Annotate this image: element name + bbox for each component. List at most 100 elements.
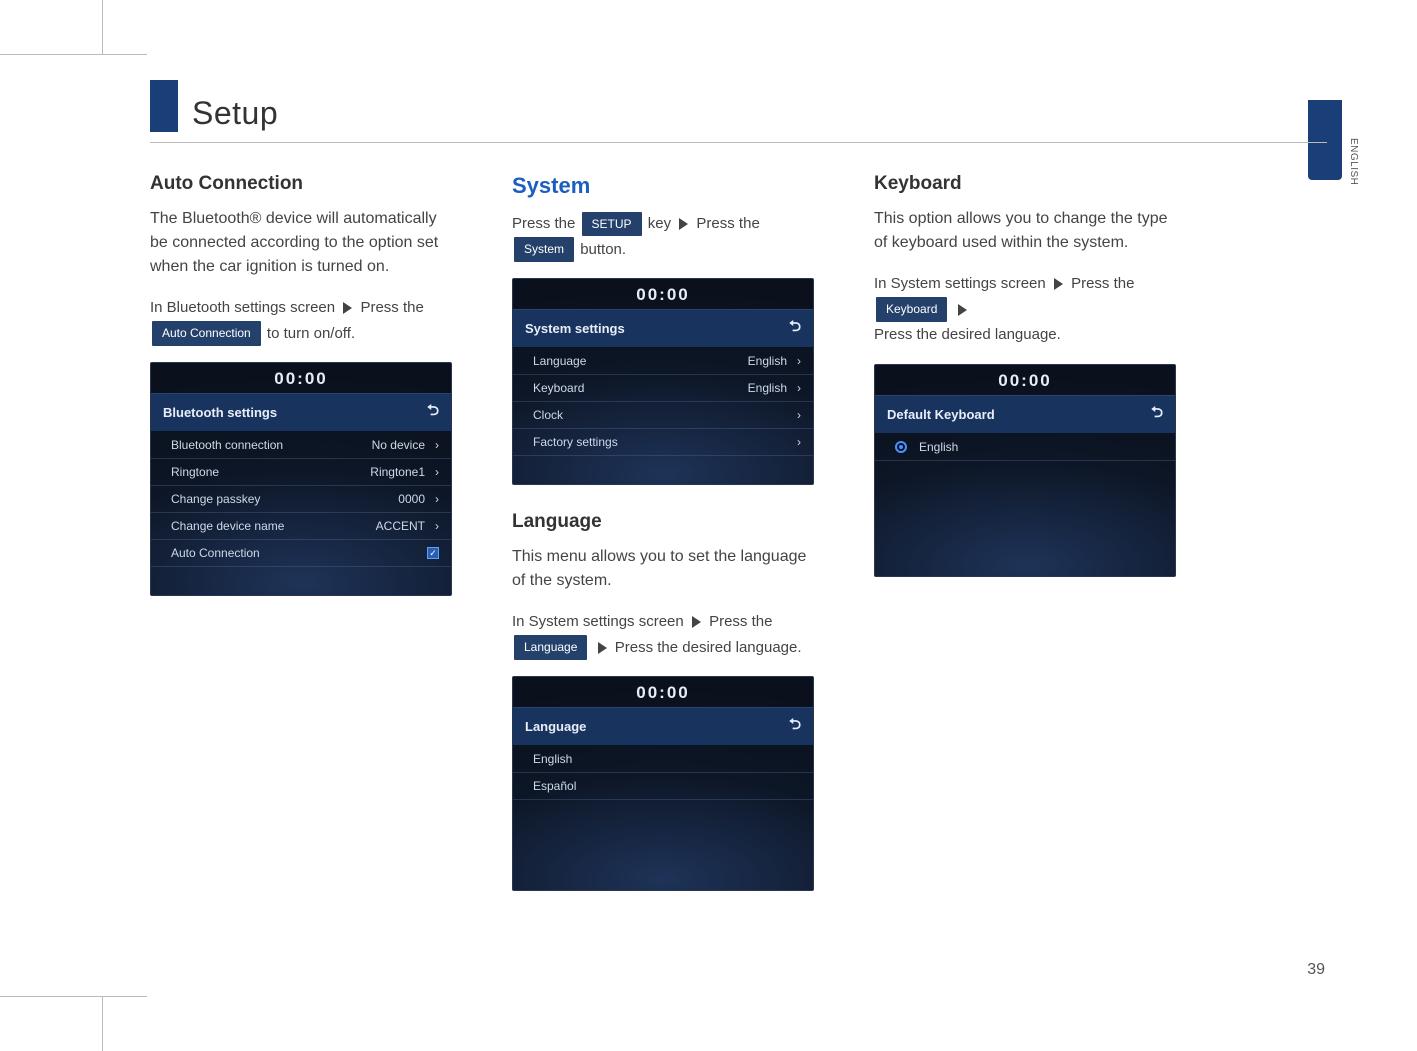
section-title: Setup (192, 95, 278, 132)
list-item: English (875, 434, 1175, 461)
instruction: In System settings screen Press the Keyb… (874, 271, 1176, 348)
panel-clock: 00:00 (875, 365, 1175, 395)
row-label: Español (533, 779, 576, 793)
chevron-right-icon: › (435, 492, 439, 506)
row-label: Change passkey (171, 492, 260, 506)
ui-label-language: Language (514, 635, 587, 659)
text: In Bluetooth settings screen (150, 299, 335, 316)
paragraph: This menu allows you to set the language… (512, 545, 814, 593)
instruction: Press the SETUP key Press the System but… (512, 211, 814, 262)
crop-mark (0, 996, 147, 997)
screenshot-default-keyboard: 00:00 Default Keyboard ⮌ English (874, 364, 1176, 577)
back-icon: ⮌ (789, 316, 801, 341)
crop-mark (102, 997, 103, 1051)
row-label: English (919, 440, 958, 454)
row-label: Factory settings (533, 435, 618, 449)
text: Press the desired language. (615, 639, 802, 656)
text: to turn on/off. (267, 325, 355, 342)
text: Press the (696, 215, 759, 232)
ui-label-keyboard: Keyboard (876, 297, 947, 321)
ui-label-system: System (514, 237, 574, 261)
row-value: ACCENT (376, 519, 425, 533)
list-item: Keyboard English › (513, 375, 813, 402)
list-item: Bluetooth connection No device › (151, 432, 451, 459)
list-item: Auto Connection ✓ (151, 540, 451, 567)
instruction: In Bluetooth settings screen Press the A… (150, 295, 452, 346)
text: In System settings screen (512, 613, 684, 630)
row-label: Ringtone (171, 465, 219, 479)
row-label: Clock (533, 408, 563, 422)
panel-clock: 00:00 (513, 677, 813, 707)
text: Press the (709, 613, 772, 630)
row-label: English (533, 752, 572, 766)
row-value: English (748, 354, 787, 368)
page-number: 39 (1307, 961, 1325, 979)
row-label: Language (533, 354, 586, 368)
heading-language: Language (512, 511, 814, 533)
text: key (648, 215, 671, 232)
text: In System settings screen (874, 275, 1046, 292)
text: button. (580, 241, 626, 258)
panel-clock: 00:00 (513, 279, 813, 309)
panel-titlebar: System settings ⮌ (513, 309, 813, 348)
list-item: English (513, 746, 813, 773)
screenshot-language: 00:00 Language ⮌ English Español (512, 676, 814, 891)
panel-titlebar: Default Keyboard ⮌ (875, 395, 1175, 434)
list-item: Ringtone Ringtone1 › (151, 459, 451, 486)
language-tab-label: ENGLISH (1348, 138, 1359, 185)
row-label: Bluetooth connection (171, 438, 283, 452)
panel-titlebar: Bluetooth settings ⮌ (151, 393, 451, 432)
row-label: Auto Connection (171, 546, 260, 560)
chevron-right-icon: › (435, 438, 439, 452)
list-item: Language English › (513, 348, 813, 375)
crop-mark (0, 54, 147, 55)
chevron-right-icon: › (797, 435, 801, 449)
triangle-icon (958, 304, 967, 316)
text: Press the (360, 299, 423, 316)
screenshot-system-settings: 00:00 System settings ⮌ Language English… (512, 278, 814, 485)
row-value: 0000 (398, 492, 425, 506)
triangle-icon (692, 616, 701, 628)
row-label: Keyboard (533, 381, 584, 395)
screenshot-bluetooth-settings: 00:00 Bluetooth settings ⮌ Bluetooth con… (150, 362, 452, 596)
triangle-icon (598, 642, 607, 654)
heading-auto-connection: Auto Connection (150, 173, 452, 195)
heading-keyboard: Keyboard (874, 173, 1176, 195)
text: Press the (1071, 275, 1134, 292)
text: Press the desired language. (874, 326, 1061, 343)
section-header: Setup (150, 80, 1327, 143)
back-icon: ⮌ (427, 400, 439, 425)
chevron-right-icon: › (797, 408, 801, 422)
header-accent-block (150, 80, 178, 132)
list-item: Change passkey 0000 › (151, 486, 451, 513)
chevron-right-icon: › (797, 381, 801, 395)
panel-clock: 00:00 (151, 363, 451, 393)
list-item: Clock › (513, 402, 813, 429)
list-item: Factory settings › (513, 429, 813, 456)
text: Press the (512, 215, 575, 232)
ui-label-auto-connection: Auto Connection (152, 321, 261, 345)
checkbox-checked-icon: ✓ (427, 547, 439, 559)
triangle-icon (1054, 278, 1063, 290)
triangle-icon (343, 302, 352, 314)
radio-selected-icon (895, 441, 907, 453)
paragraph: This option allows you to change the typ… (874, 207, 1176, 255)
chevron-right-icon: › (435, 519, 439, 533)
row-value: English (748, 381, 787, 395)
list-item: Español (513, 773, 813, 800)
panel-title: Default Keyboard (887, 407, 995, 422)
panel-title: Bluetooth settings (163, 405, 277, 420)
heading-system: System (512, 173, 814, 199)
row-value: No device (372, 438, 425, 452)
panel-titlebar: Language ⮌ (513, 707, 813, 746)
paragraph: The Bluetooth® device will automatically… (150, 207, 452, 279)
row-label: Change device name (171, 519, 284, 533)
ui-label-setup: SETUP (582, 212, 642, 236)
chevron-right-icon: › (435, 465, 439, 479)
panel-title: Language (525, 719, 586, 734)
panel-title: System settings (525, 321, 625, 336)
chevron-right-icon: › (797, 354, 801, 368)
back-icon: ⮌ (1151, 402, 1163, 427)
row-value: Ringtone1 (370, 465, 425, 479)
crop-mark (102, 0, 103, 54)
